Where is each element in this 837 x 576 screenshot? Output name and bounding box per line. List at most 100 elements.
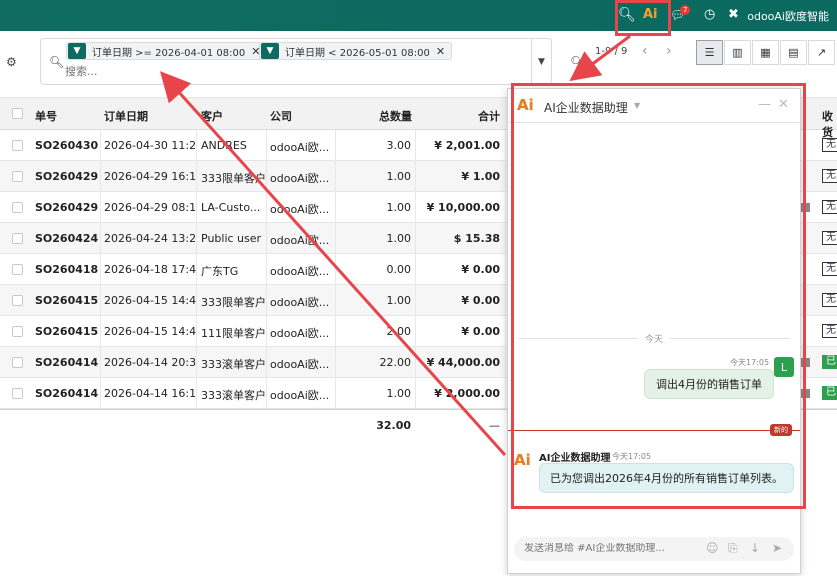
row-checkbox[interactable] [12, 171, 23, 182]
total-quantity: 3.00 [386, 139, 412, 152]
pager-value[interactable]: 1-9 / 9 [595, 46, 627, 57]
row-checkbox[interactable] [12, 295, 23, 306]
row-checkbox[interactable] [12, 233, 23, 244]
receipt-status-tag: 无 [822, 293, 837, 307]
column-divider [335, 254, 336, 285]
column-divider [505, 316, 506, 347]
row-checkbox[interactable] [12, 357, 23, 368]
chat-title[interactable]: AI企业数据助理 [544, 99, 628, 116]
total-quantity: 1.00 [386, 294, 412, 307]
company-name: odooAi欧... [270, 203, 330, 216]
row-checkbox[interactable] [12, 388, 23, 399]
search-input[interactable] [65, 65, 465, 78]
search-facet-date-to[interactable]: ▼ 订单日期 < 2026-05-01 08:00 ✕ [259, 42, 453, 60]
new-messages-divider [508, 430, 800, 431]
bot-avatar: Ai [514, 451, 531, 469]
column-header-number[interactable]: 单号 [35, 108, 57, 124]
order-total: ¥ 44,000.00 [426, 356, 500, 369]
chevron-down-icon[interactable]: ▼ [634, 101, 640, 110]
chevron-right-icon[interactable]: › [666, 43, 672, 59]
column-divider [415, 378, 416, 409]
microphone-icon[interactable]: ↓ [750, 541, 760, 555]
column-divider [505, 378, 506, 409]
avatar[interactable]: L [774, 357, 794, 377]
paperclip-icon[interactable]: ⎘ [728, 541, 738, 556]
company-name: odooAi欧... [270, 296, 330, 309]
column-divider [415, 316, 416, 347]
column-header-company[interactable]: 公司 [270, 108, 292, 124]
column-divider [335, 161, 336, 192]
ai-chat-window: Ai AI企业数据助理 ▼ — ✕ 今天 今天17:05 L 调出4月份的销售订… [507, 88, 801, 574]
search-bar[interactable]: 🔍︎ ▼ 订单日期 >= 2026-04-01 08:00 ✕ ▼ 订单日期 <… [40, 38, 552, 85]
message-composer[interactable]: ☺ ⎘ ↓ ➤ [514, 537, 794, 561]
list-view-icon[interactable]: ☰ [696, 40, 723, 65]
order-total: ¥ 0.00 [461, 263, 500, 276]
chevron-left-icon[interactable]: ‹ [642, 43, 648, 59]
order-number: SO260415... [35, 325, 99, 338]
row-checkbox[interactable] [12, 264, 23, 275]
customer-name: 333限单客户 [201, 172, 265, 185]
send-icon[interactable]: ➤ [772, 541, 782, 555]
column-header-customer[interactable]: 客户 [201, 108, 223, 124]
kanban-view-icon[interactable]: ▥ [724, 40, 751, 65]
row-checkbox[interactable] [12, 326, 23, 337]
customer-name: 333滚单客户 [201, 358, 265, 371]
tools-icon[interactable]: ✖ [728, 6, 739, 24]
order-total: ¥ 1.00 [461, 170, 500, 183]
column-header-date[interactable]: 订单日期 [104, 108, 148, 124]
column-divider [335, 285, 336, 316]
calendar-view-icon[interactable]: ▦ [752, 40, 779, 65]
column-divider [335, 192, 336, 223]
column-divider [505, 254, 506, 285]
ai-assistant-icon[interactable]: Ai [643, 6, 658, 24]
emoji-icon[interactable]: ☺ [706, 541, 719, 555]
customer-name: 111限单客户 [201, 327, 265, 340]
pivot-view-icon[interactable]: ▤ [780, 40, 807, 65]
company-name: odooAi欧... [270, 141, 330, 154]
column-divider [266, 130, 267, 161]
search-icon: 🔍︎ [49, 55, 65, 69]
order-total: ¥ 10,000.00 [426, 201, 500, 214]
top-navbar: 🔍︎ Ai 💬︎ 7 ◷ ✖ odooAi欧度智能 [0, 0, 837, 31]
customer-name: LA-Custo... [201, 201, 261, 214]
column-divider [266, 347, 267, 378]
order-date: 2026-04-30 11:26 [104, 139, 196, 152]
search-icon[interactable]: 🔍︎ [618, 6, 636, 24]
search-facet-date-from[interactable]: ▼ 订单日期 >= 2026-04-01 08:00 ✕ [66, 42, 268, 60]
total-quantity: 1.00 [386, 201, 412, 214]
column-divider [196, 192, 197, 223]
close-icon[interactable]: ✕ [436, 45, 451, 58]
graph-view-icon[interactable]: ↗ [808, 40, 835, 65]
select-all-checkbox[interactable] [12, 108, 23, 119]
column-divider [100, 285, 101, 316]
column-divider [266, 316, 267, 347]
bot-name: AI企业数据助理 [539, 453, 611, 464]
column-divider [266, 254, 267, 285]
clock-icon[interactable]: ◷ [704, 6, 715, 24]
row-checkbox[interactable] [12, 202, 23, 213]
column-divider [415, 192, 416, 223]
row-handle [801, 203, 810, 212]
chevron-down-icon[interactable]: ▼ [531, 39, 551, 84]
customer-name: 333滚单客户 [201, 389, 265, 402]
row-checkbox[interactable] [12, 140, 23, 151]
customer-name: Public user [201, 232, 262, 245]
order-date: 2026-04-29 08:18 [104, 201, 196, 214]
message-input[interactable] [524, 543, 704, 554]
company-switcher[interactable]: odooAi欧度智能 [747, 8, 829, 24]
facet-label: 订单日期 >= 2026-04-01 08:00 [92, 47, 246, 59]
column-divider [100, 254, 101, 285]
column-header-total[interactable]: 合计 [478, 108, 500, 124]
column-divider [335, 130, 336, 161]
column-divider [100, 192, 101, 223]
day-separator: 今天 [508, 332, 800, 345]
column-divider [196, 378, 197, 409]
total-quantity: 1.00 [386, 232, 412, 245]
close-icon[interactable]: ✕ [778, 97, 789, 112]
order-number: SO260415... [35, 294, 99, 307]
column-divider [196, 130, 197, 161]
minimize-icon[interactable]: — [758, 97, 771, 112]
zoom-icon[interactable]: 🔍︎ [570, 55, 585, 69]
column-header-qty[interactable]: 总数量 [379, 108, 412, 124]
gear-icon[interactable]: ⚙ [6, 55, 17, 69]
